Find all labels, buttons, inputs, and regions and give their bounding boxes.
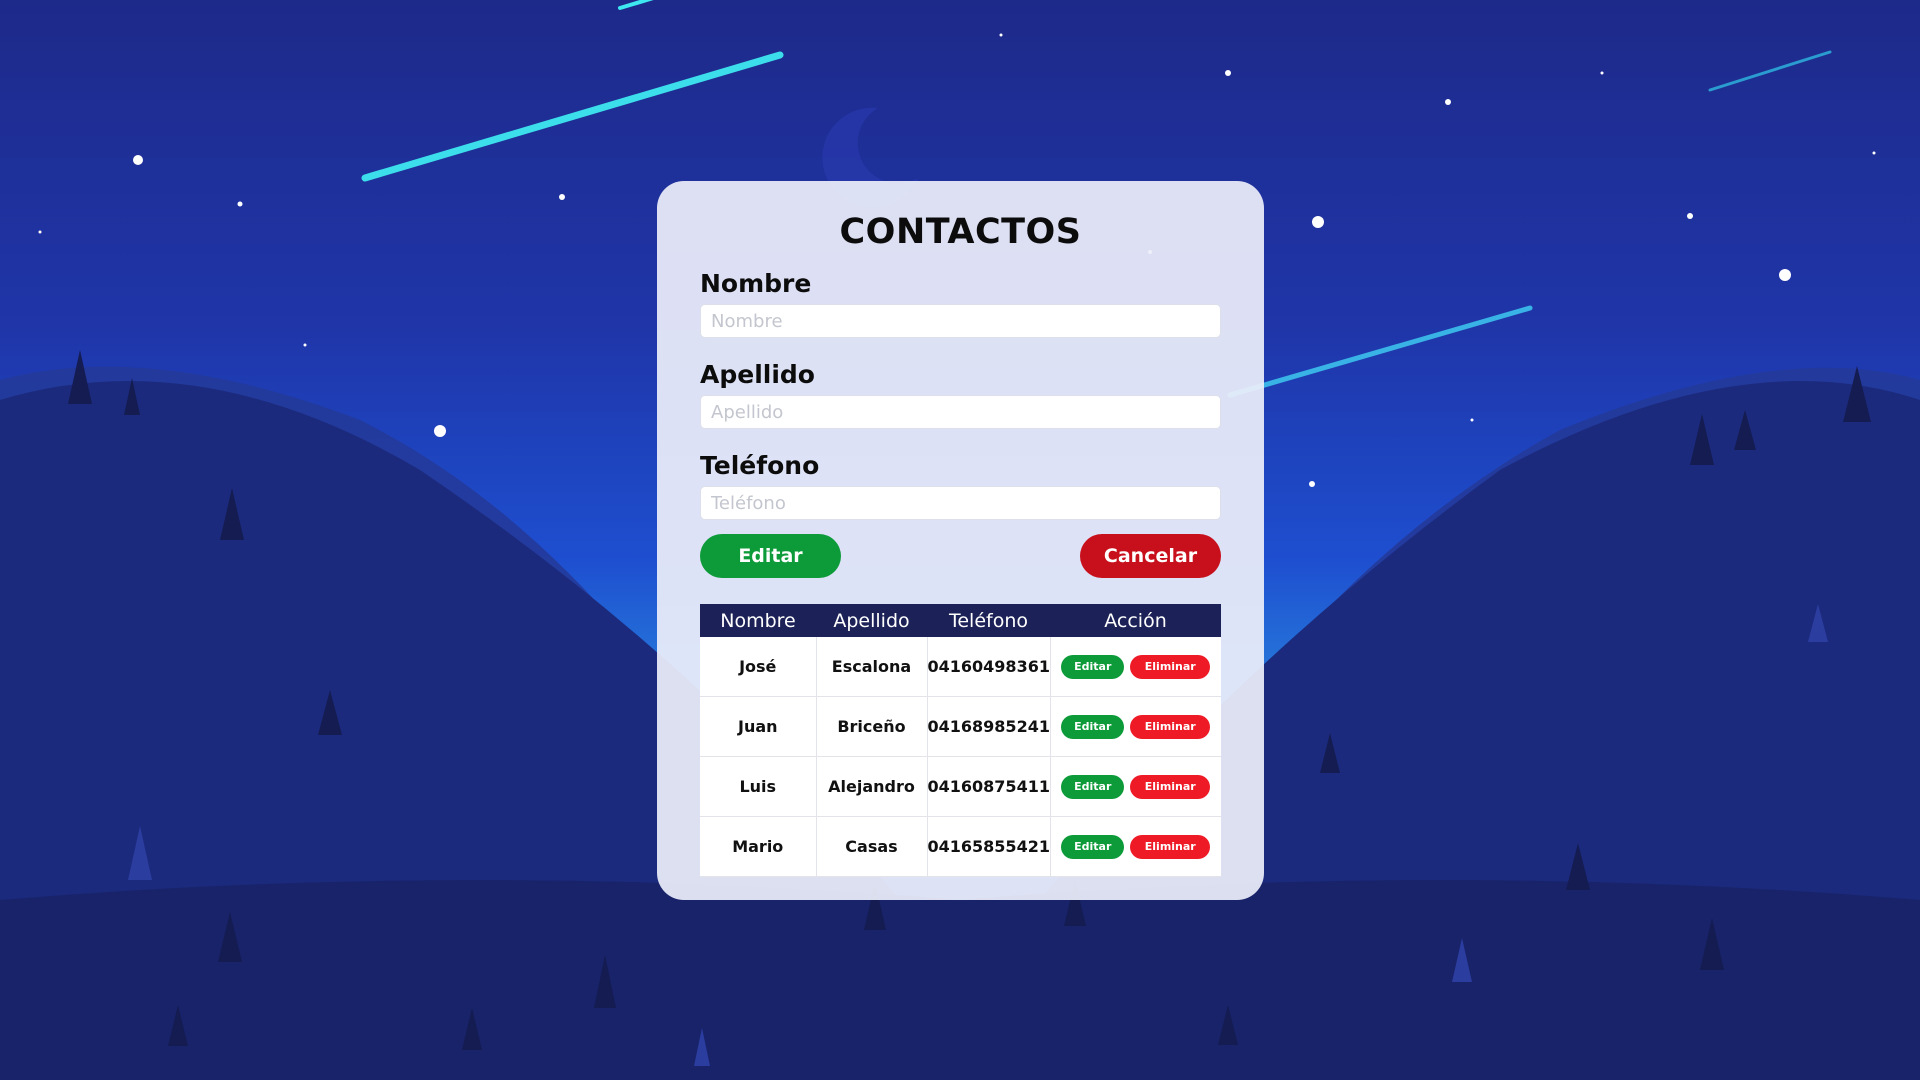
table-row: Juan Briceño 04168985241 Editar Eliminar — [700, 696, 1221, 757]
cell-telefono: 04168985241 — [927, 696, 1051, 757]
header-nombre: Nombre — [700, 604, 816, 637]
cell-accion: Editar Eliminar — [1050, 696, 1221, 757]
row-edit-button[interactable]: Editar — [1061, 654, 1125, 679]
cell-telefono: 04165855421 — [927, 816, 1051, 877]
cell-nombre: Mario — [700, 816, 817, 877]
cell-nombre: Juan — [700, 696, 817, 757]
table-header-row: Nombre Apellido Teléfono Acción — [700, 604, 1221, 637]
header-accion: Acción — [1050, 604, 1221, 637]
header-apellido: Apellido — [816, 604, 927, 637]
table-row: José Escalona 04160498361 Editar Eliminar — [700, 637, 1221, 697]
apellido-input[interactable] — [700, 395, 1221, 429]
table-row: Mario Casas 04165855421 Editar Eliminar — [700, 816, 1221, 877]
cell-telefono: 04160875411 — [927, 756, 1051, 817]
header-telefono: Teléfono — [927, 604, 1050, 637]
cancel-button[interactable]: Cancelar — [1080, 534, 1221, 578]
contacts-card: CONTACTOS Nombre Apellido Teléfono Edita… — [657, 181, 1264, 900]
row-edit-button[interactable]: Editar — [1061, 834, 1125, 859]
nombre-label: Nombre — [700, 269, 812, 298]
row-delete-button[interactable]: Eliminar — [1130, 714, 1211, 739]
cell-apellido: Alejandro — [816, 756, 928, 817]
cell-accion: Editar Eliminar — [1050, 756, 1221, 817]
row-delete-button[interactable]: Eliminar — [1130, 834, 1211, 859]
page-title: CONTACTOS — [839, 212, 1082, 252]
form-actions: Editar Cancelar — [700, 534, 1221, 578]
cell-nombre: Luis — [700, 756, 817, 817]
cell-apellido: Casas — [816, 816, 928, 877]
cell-accion: Editar Eliminar — [1050, 637, 1221, 697]
row-delete-button[interactable]: Eliminar — [1130, 654, 1211, 679]
cell-accion: Editar Eliminar — [1050, 816, 1221, 877]
nombre-input[interactable] — [700, 304, 1221, 338]
contacts-table: Nombre Apellido Teléfono Acción José Esc… — [700, 604, 1221, 877]
telefono-label: Teléfono — [700, 451, 820, 480]
cell-apellido: Briceño — [816, 696, 928, 757]
telefono-input[interactable] — [700, 486, 1221, 520]
table-row: Luis Alejandro 04160875411 Editar Elimina… — [700, 756, 1221, 817]
apellido-label: Apellido — [700, 360, 815, 389]
cell-telefono: 04160498361 — [927, 637, 1051, 697]
cell-nombre: José — [700, 637, 817, 697]
cell-apellido: Escalona — [816, 637, 928, 697]
edit-button[interactable]: Editar — [700, 534, 841, 578]
row-delete-button[interactable]: Eliminar — [1130, 774, 1211, 799]
row-edit-button[interactable]: Editar — [1061, 774, 1125, 799]
row-edit-button[interactable]: Editar — [1061, 714, 1125, 739]
